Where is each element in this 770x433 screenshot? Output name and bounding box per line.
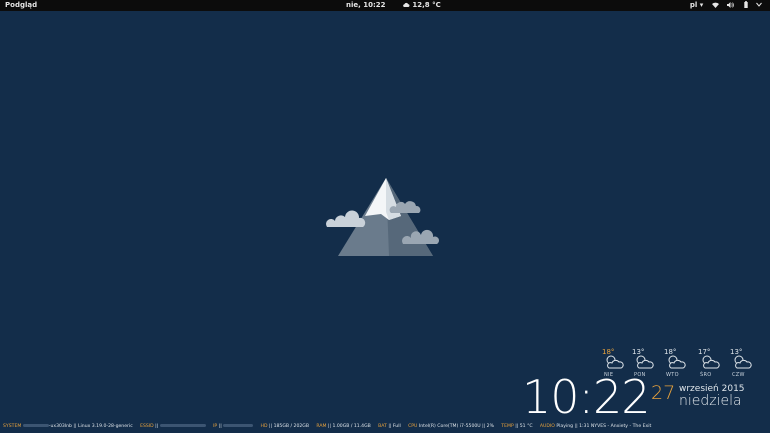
redacted-ip — [223, 424, 254, 427]
ram-value: || 1.00GB / 11.4GB — [327, 424, 371, 429]
ip-label: IP — [213, 424, 218, 429]
cpu-value: Intel(R) Core(TM) i7-5500U || 2% — [418, 424, 494, 429]
essid-label: ESSID — [140, 424, 154, 429]
language-selector[interactable]: pl ▾ — [690, 1, 703, 9]
panel-weather-temp: 12,8 °C — [412, 1, 441, 9]
clock-menu[interactable]: nie, 10:22 12,8 °C — [346, 0, 441, 11]
partly-cloudy-icon — [636, 355, 654, 369]
activities-button[interactable]: Podgląd — [5, 0, 37, 11]
volume-icon[interactable] — [727, 1, 737, 9]
temp-value: || 51 °C — [515, 424, 533, 429]
desktop-day-of-month: 27 — [651, 382, 676, 404]
system-tray: pl ▾ — [684, 0, 762, 11]
hd-label: HD — [260, 424, 268, 429]
forecast-day-name: CZW — [732, 372, 745, 378]
panel-weather[interactable]: 12,8 °C — [402, 1, 441, 9]
partly-cloudy-icon — [702, 355, 720, 369]
forecast-day: 18° WTO — [662, 348, 688, 382]
bat-value: || Full — [388, 424, 401, 429]
partly-cloudy-icon — [606, 355, 624, 369]
ip-value: || — [218, 424, 222, 429]
temp-label: TEMP — [501, 424, 514, 429]
desktop-day-name: niedziela — [679, 393, 742, 409]
audio-value: Playing || 1:31 NYVES - Anxiety - The Ex… — [556, 424, 652, 429]
redacted-essid — [159, 424, 206, 427]
wifi-icon[interactable] — [711, 1, 721, 9]
hd-value: || 185GB / 202GB — [269, 424, 309, 429]
redacted-hostname — [22, 424, 49, 427]
forecast-day-name: ŚRO — [700, 372, 712, 378]
partly-cloudy-icon — [734, 355, 752, 369]
forecast-day: 17° ŚRO — [696, 348, 722, 382]
power-menu-icon[interactable] — [756, 1, 762, 9]
battery-icon[interactable] — [743, 1, 750, 9]
essid-value: || — [155, 424, 159, 429]
partly-cloudy-icon — [668, 355, 686, 369]
mountain-logo — [326, 178, 440, 256]
desktop-clock: 10:22 — [522, 370, 651, 424]
top-panel: Podgląd nie, 10:22 12,8 °C pl ▾ — [0, 0, 770, 11]
audio-label: AUDIO — [539, 424, 555, 429]
ram-label: RAM — [316, 424, 327, 429]
panel-datetime[interactable]: nie, 10:22 — [346, 1, 386, 9]
system-label: SYSTEM — [3, 424, 22, 429]
forecast-day: 13° CZW — [728, 348, 754, 382]
forecast-day-name: WTO — [666, 372, 679, 378]
bat-label: BAT — [378, 424, 387, 429]
cloud-icon — [403, 2, 410, 7]
conky-status-bar: SYSTEM -ux303lnb || Linux 3.19.0-28-gene… — [3, 422, 763, 431]
cpu-label: CPU — [408, 424, 418, 429]
system-value: -ux303lnb || Linux 3.19.0-28-generic — [48, 424, 133, 429]
